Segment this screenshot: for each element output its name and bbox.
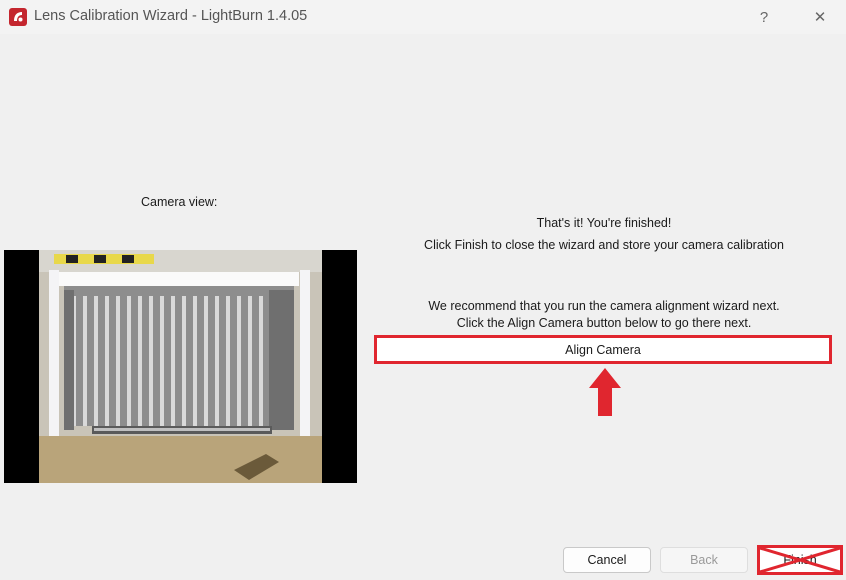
finished-message: That's it! You're finished! [536, 216, 672, 230]
finish-button[interactable]: Finish [757, 545, 843, 575]
back-button[interactable]: Back [660, 547, 748, 573]
close-button[interactable]: ✕ [798, 2, 842, 32]
help-button[interactable]: ? [742, 2, 786, 32]
align-camera-button[interactable]: Align Camera [374, 335, 832, 364]
alignment-recommendation: We recommend that you run the camera ali… [428, 299, 780, 313]
title-bar: Lens Calibration Wizard - LightBurn 1.4.… [0, 0, 846, 34]
finish-instruction: Click Finish to close the wizard and sto… [424, 238, 784, 252]
lightburn-logo-icon [9, 8, 27, 26]
cross-out-icon [760, 548, 840, 572]
camera-view [4, 250, 357, 483]
camera-view-label: Camera view: [141, 195, 218, 209]
window-title: Lens Calibration Wizard - LightBurn 1.4.… [34, 8, 308, 24]
up-arrow-icon [589, 368, 621, 419]
align-camera-hint: Click the Align Camera button below to g… [456, 316, 752, 330]
cancel-button[interactable]: Cancel [563, 547, 651, 573]
